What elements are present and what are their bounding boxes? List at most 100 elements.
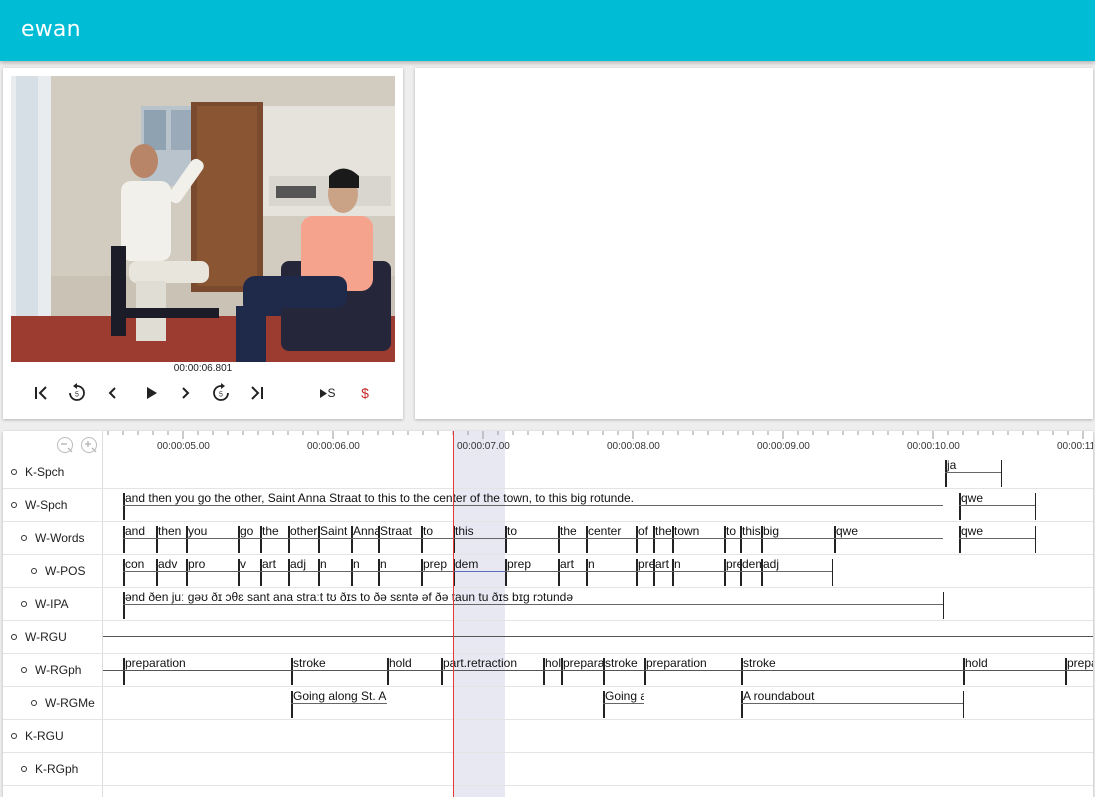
zoom-out-button[interactable]: [57, 437, 73, 453]
tier-toggle-icon[interactable]: [31, 568, 37, 574]
segment-label[interactable]: the: [558, 524, 586, 538]
step-back-button[interactable]: [103, 382, 123, 404]
segment-label[interactable]: adv: [156, 557, 186, 571]
time-selection[interactable]: [454, 431, 505, 797]
segment-label[interactable]: n: [672, 557, 724, 571]
tier-toggle-icon[interactable]: [21, 766, 27, 772]
segment-label[interactable]: go: [238, 524, 260, 538]
segment-label[interactable]: this: [740, 524, 761, 538]
segment-label[interactable]: to: [505, 524, 558, 538]
segment-label[interactable]: A roundabout: [741, 689, 963, 703]
segment-label[interactable]: preparation: [123, 656, 291, 670]
segment-label[interactable]: art: [558, 557, 586, 571]
tier-row[interactable]: W-Spch: [3, 489, 103, 522]
segment-label[interactable]: prep: [421, 557, 453, 571]
segment-label[interactable]: then: [156, 524, 186, 538]
tier-row[interactable]: W-IPA: [3, 588, 103, 621]
tier-row[interactable]: W-RGph: [3, 654, 103, 687]
segment-boundary[interactable]: [1035, 493, 1036, 520]
segment-label[interactable]: n: [351, 557, 378, 571]
tier-row[interactable]: W-RGU: [3, 621, 103, 654]
time-ruler[interactable]: 00:00:05.00 00:00:06.00 00:00:07.00 00:00:0…: [103, 431, 1093, 455]
dollar-button[interactable]: $: [355, 382, 375, 404]
segment-label[interactable]: and then you go the other, Saint Anna St…: [123, 491, 943, 505]
segment-label[interactable]: prep: [724, 557, 740, 571]
segment-label[interactable]: of: [636, 524, 653, 538]
segment-label[interactable]: n: [586, 557, 636, 571]
step-forward-button[interactable]: [175, 382, 195, 404]
segment-label[interactable]: the: [653, 524, 672, 538]
segment-label[interactable]: prep: [505, 557, 558, 571]
tier-toggle-icon[interactable]: [21, 601, 27, 607]
segment-label[interactable]: stroke: [741, 656, 963, 670]
segment-label[interactable]: center: [586, 524, 636, 538]
tier-row[interactable]: K-RGU: [3, 720, 103, 753]
segment-label[interactable]: preparation: [644, 656, 741, 670]
forward-5-button[interactable]: 5: [210, 382, 232, 404]
segment-label[interactable]: adj: [761, 557, 832, 571]
zoom-in-button[interactable]: [81, 437, 97, 453]
tier-row[interactable]: W-RGMe: [3, 687, 103, 720]
segment-label[interactable]: art: [260, 557, 288, 571]
segment-boundary[interactable]: [832, 559, 833, 586]
segment-label[interactable]: to: [724, 524, 740, 538]
segment-label[interactable]: this: [453, 524, 505, 538]
video-player[interactable]: [11, 76, 395, 362]
segment-label[interactable]: stroke: [603, 656, 644, 670]
segment-label[interactable]: adj: [288, 557, 318, 571]
segment-label[interactable]: you: [186, 524, 238, 538]
segment-label[interactable]: part.retraction: [441, 656, 543, 670]
tier-toggle-icon[interactable]: [11, 502, 17, 508]
segment-boundary[interactable]: [943, 592, 944, 619]
segment-label[interactable]: hold: [543, 656, 561, 670]
segment-label[interactable]: Going along St. Anna Straat: [291, 689, 387, 703]
segment-label[interactable]: Saint: [318, 524, 351, 538]
segment-boundary[interactable]: [1035, 526, 1036, 553]
segment-label[interactable]: dem: [740, 557, 761, 571]
segment-label[interactable]: hold: [387, 656, 441, 670]
playhead[interactable]: [453, 431, 454, 797]
segment-label[interactable]: town: [672, 524, 724, 538]
tier-toggle-icon[interactable]: [11, 733, 17, 739]
tier-toggle-icon[interactable]: [21, 535, 27, 541]
segment-label[interactable]: qwe: [834, 524, 943, 538]
segment-label[interactable]: big: [761, 524, 834, 538]
play-selection-button[interactable]: S: [315, 382, 341, 404]
tier-toggle-icon[interactable]: [21, 667, 27, 673]
segment-label[interactable]: and: [123, 524, 156, 538]
segment-label[interactable]: ja: [945, 458, 1001, 472]
tier-toggle-icon[interactable]: [11, 469, 17, 475]
segment-label[interactable]: to: [421, 524, 453, 538]
segment-label[interactable]: prep: [636, 557, 653, 571]
segment-label[interactable]: hold: [963, 656, 1065, 670]
segment-label[interactable]: v: [238, 557, 260, 571]
segment-label[interactable]: stroke: [291, 656, 387, 670]
segment-label[interactable]: preparation: [1065, 656, 1093, 670]
segment-label[interactable]: Straat: [378, 524, 421, 538]
skip-to-end-button[interactable]: [247, 382, 267, 404]
segment-label[interactable]: dem: [453, 557, 505, 571]
segment-label[interactable]: qwe: [959, 491, 1035, 505]
segment-boundary[interactable]: [963, 691, 964, 718]
segment-label[interactable]: n: [318, 557, 351, 571]
skip-to-start-button[interactable]: [31, 382, 51, 404]
tier-toggle-icon[interactable]: [11, 634, 17, 640]
segment-label[interactable]: Anna: [351, 524, 378, 538]
tier-row[interactable]: W-Words: [3, 522, 103, 555]
segment-label[interactable]: other: [288, 524, 318, 538]
segment-boundary[interactable]: [1001, 460, 1002, 487]
play-button[interactable]: [140, 382, 162, 404]
segment-label[interactable]: the: [260, 524, 288, 538]
replay-5-button[interactable]: 5: [66, 382, 88, 404]
segment-label[interactable]: art: [653, 557, 672, 571]
tier-toggle-icon[interactable]: [31, 700, 37, 706]
segment-label[interactable]: pro: [186, 557, 238, 571]
timeline-tracks[interactable]: 00:00:05.00 00:00:06.00 00:00:07.00 00:00:0…: [103, 431, 1093, 797]
segment-label[interactable]: con: [123, 557, 156, 571]
segment-label[interactable]: ənd ðen juː gəʊ ðɪ ɔθɛ sant ana straːt t…: [123, 590, 943, 604]
tier-row[interactable]: K-Spch: [3, 456, 103, 489]
segment-label[interactable]: qwe: [959, 524, 1035, 538]
segment-label[interactable]: preparation: [561, 656, 603, 670]
segment-label[interactable]: Going along: [603, 689, 644, 703]
segment-label[interactable]: n: [378, 557, 421, 571]
